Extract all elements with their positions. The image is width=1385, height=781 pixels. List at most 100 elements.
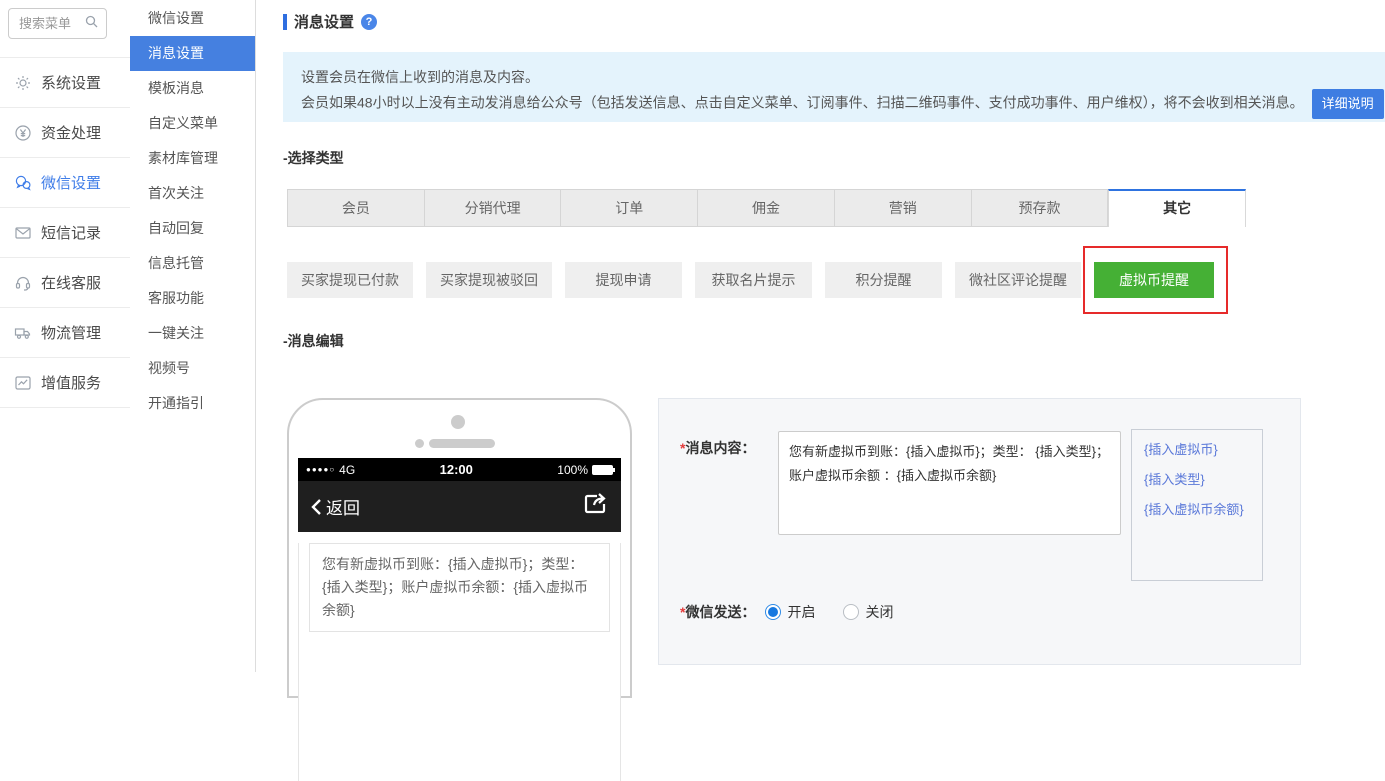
back-label: 返回 [326, 499, 360, 518]
select-type-label: -选择类型 [283, 150, 344, 166]
submenu-item-service-features[interactable]: 客服功能 [130, 281, 255, 316]
subtype-buttons: 买家提现已付款 买家提现被驳回 提现申请 获取名片提示 积分提醒 微社区评论提醒… [287, 246, 1228, 314]
tab-deposit[interactable]: 预存款 [971, 189, 1109, 227]
secondary-sidebar: 微信设置 消息设置 模板消息 自定义菜单 素材库管理 首次关注 自动回复 信息托… [130, 0, 256, 672]
tab-marketing[interactable]: 营销 [834, 189, 972, 227]
submenu-item-custom-menu[interactable]: 自定义菜单 [130, 106, 255, 141]
submenu-item-message-settings[interactable]: 消息设置 [130, 36, 255, 71]
sidebar-item-label: 资金处理 [41, 125, 102, 142]
signal-dots: ●●●●○ [306, 465, 336, 474]
primary-sidebar: 系统设置 资金处理 微信设置 短信记录 在线客服 [0, 0, 130, 672]
status-time: 12:00 [439, 462, 473, 477]
message-preview: 您有新虚拟币到账：{插入虚拟币}；类型：{插入类型}；账户虚拟币余额：{插入虚拟… [309, 543, 610, 632]
battery-indicator: 100% [557, 462, 615, 477]
tab-order[interactable]: 订单 [561, 189, 699, 227]
submenu-item-template-message[interactable]: 模板消息 [130, 71, 255, 106]
main-content: 消息设置 ? 设置会员在微信上收到的消息及内容。 会员如果48小时以上没有主动发… [283, 0, 1385, 781]
send-label: *微信发送： [680, 604, 756, 620]
subtype-get-card-tip[interactable]: 获取名片提示 [695, 262, 812, 298]
type-tabs: 会员 分销代理 订单 佣金 营销 预存款 其它 [287, 189, 1247, 227]
share-icon[interactable] [583, 492, 609, 521]
sidebar-item-label: 系统设置 [41, 75, 102, 92]
subtype-withdraw-rejected[interactable]: 买家提现被驳回 [426, 262, 552, 298]
search-input[interactable] [19, 16, 85, 31]
sidebar-item-funds[interactable]: 资金处理 [0, 108, 130, 158]
notice-line2: 会员如果48小时以上没有主动发消息给公众号（包括发送信息、点击自定义菜单、订阅事… [301, 89, 1384, 119]
subtype-virtual-currency-reminder[interactable]: 虚拟币提醒 [1083, 246, 1228, 314]
phone-camera-dot [451, 415, 465, 429]
page-title-row: 消息设置 ? [283, 11, 378, 32]
search-box[interactable] [8, 8, 107, 39]
submenu-item-wechat-settings[interactable]: 微信设置 [130, 1, 255, 36]
submenu-item-video-account[interactable]: 视频号 [130, 351, 255, 386]
content-label: *消息内容： [680, 440, 756, 456]
insert-type-link[interactable]: {插入类型} [1144, 469, 1250, 488]
sidebar-item-label: 在线客服 [41, 275, 102, 292]
sidebar-item-system-settings[interactable]: 系统设置 [0, 58, 130, 108]
sidebar-item-label: 增值服务 [41, 375, 102, 392]
insert-virtual-currency-link[interactable]: {插入虚拟币} [1144, 439, 1250, 458]
sidebar-item-label: 物流管理 [41, 325, 102, 342]
notice-box: 设置会员在微信上收到的消息及内容。 会员如果48小时以上没有主动发消息给公众号（… [283, 52, 1385, 122]
submenu-item-one-key-follow[interactable]: 一键关注 [130, 316, 255, 351]
wechat-send-row: *微信发送： 开启 关闭 [680, 602, 893, 622]
sidebar-item-online-service[interactable]: 在线客服 [0, 258, 130, 308]
headset-icon [14, 274, 32, 292]
radio-option-on[interactable]: 开启 [765, 602, 815, 622]
battery-icon [592, 464, 615, 475]
phone-speaker-bar [429, 439, 495, 448]
phone-screen: ●●●●○ 4G 12:00 100% 返回 您有新虚拟币到账：{插入虚拟币}；… [298, 458, 621, 781]
insert-balance-link[interactable]: {插入虚拟币余额} [1144, 499, 1250, 518]
radio-on-circle[interactable] [765, 604, 782, 620]
insert-variables-box: {插入虚拟币} {插入类型} {插入虚拟币余额} [1131, 429, 1263, 581]
tab-member[interactable]: 会员 [287, 189, 425, 227]
tab-distribution-agent[interactable]: 分销代理 [424, 189, 562, 227]
subtype-points-reminder[interactable]: 积分提醒 [825, 262, 942, 298]
gear-icon [14, 74, 32, 92]
submenu-item-activation-guide[interactable]: 开通指引 [130, 386, 255, 421]
phone-mockup: ●●●●○ 4G 12:00 100% 返回 您有新虚拟币到账：{插入虚拟币}；… [287, 398, 632, 781]
sidebar-item-logistics[interactable]: 物流管理 [0, 308, 130, 358]
tab-commission[interactable]: 佣金 [698, 189, 835, 227]
back-chevron-icon [311, 498, 321, 515]
truck-icon [14, 324, 32, 342]
phone-nav-bar: 返回 [298, 481, 621, 532]
sidebar-item-value-added[interactable]: 增值服务 [0, 358, 130, 408]
sidebar-item-label: 短信记录 [41, 225, 102, 242]
radio-on-label: 开启 [787, 604, 816, 620]
back-button[interactable]: 返回 [310, 494, 360, 519]
tab-other[interactable]: 其它 [1108, 189, 1247, 227]
sidebar-item-wechat-settings[interactable]: 微信设置 [0, 158, 130, 208]
search-icon [85, 15, 98, 33]
yen-circle-icon [14, 124, 32, 142]
radio-off-circle[interactable] [843, 604, 860, 620]
battery-percent: 100% [557, 462, 588, 477]
subtype-withdraw-paid[interactable]: 买家提现已付款 [287, 262, 413, 298]
phone-content: 您有新虚拟币到账：{插入虚拟币}；类型：{插入类型}；账户虚拟币余额：{插入虚拟… [298, 543, 621, 781]
submenu-item-auto-reply[interactable]: 自动回复 [130, 211, 255, 246]
page-title: 消息设置 [294, 14, 355, 31]
radio-off-label: 关闭 [865, 604, 894, 620]
phone-sensor-dot [415, 439, 424, 448]
submenu-item-first-follow[interactable]: 首次关注 [130, 176, 255, 211]
sidebar-item-label: 微信设置 [41, 175, 102, 192]
notice-line1: 设置会员在微信上收到的消息及内容。 [301, 69, 539, 85]
subtype-withdraw-request[interactable]: 提现申请 [565, 262, 682, 298]
signal-indicator: ●●●●○ 4G [306, 463, 355, 477]
message-content-textarea[interactable]: 您有新虚拟币到账：{插入虚拟币}；类型： {插入类型}；账户虚拟币余额 ：{插入… [778, 431, 1121, 535]
phone-status-bar: ●●●●○ 4G 12:00 100% [298, 458, 621, 481]
help-icon[interactable]: ? [361, 13, 378, 30]
detail-button[interactable]: 详细说明 [1311, 89, 1384, 119]
submenu-item-material-library[interactable]: 素材库管理 [130, 141, 255, 176]
subtype-community-comment-reminder[interactable]: 微社区评论提醒 [955, 262, 1081, 298]
wechat-icon [14, 174, 32, 192]
title-accent-bar [283, 13, 287, 30]
chart-icon [14, 374, 32, 392]
sidebar-item-sms-records[interactable]: 短信记录 [0, 208, 130, 258]
network-type: 4G [339, 462, 356, 477]
radio-option-off[interactable]: 关闭 [843, 602, 893, 622]
submenu-item-info-hosting[interactable]: 信息托管 [130, 246, 255, 281]
edit-section-label: -消息编辑 [283, 333, 344, 349]
envelope-icon [14, 224, 32, 242]
primary-menu: 系统设置 资金处理 微信设置 短信记录 在线客服 物流管理 增值服务 [0, 57, 130, 408]
